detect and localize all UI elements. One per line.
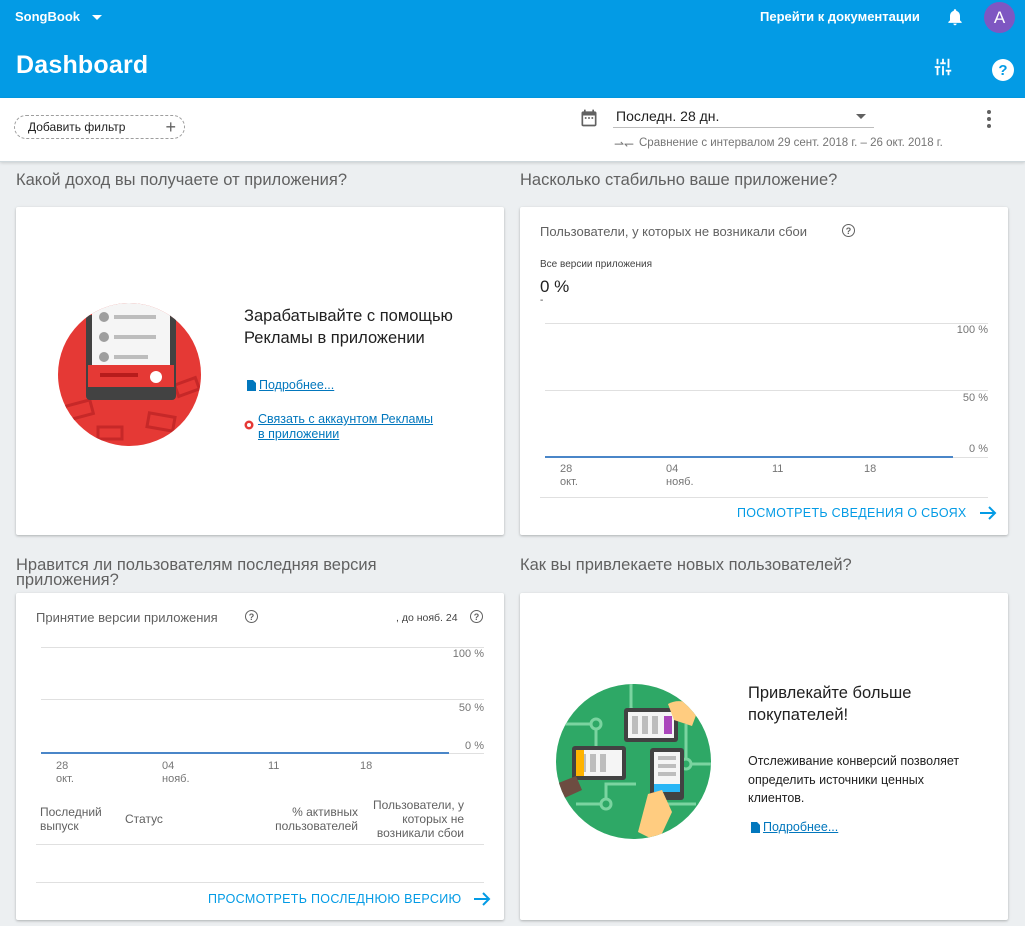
x-tick-label: 18 bbox=[360, 760, 373, 772]
date-note: , до нояб. 24 bbox=[396, 612, 458, 624]
series-line bbox=[545, 456, 953, 458]
arrow-right-icon bbox=[979, 506, 996, 520]
ads-illustration bbox=[58, 303, 201, 446]
series-line bbox=[41, 752, 449, 754]
y-tick-label: 100 % bbox=[956, 324, 988, 336]
document-icon bbox=[247, 380, 256, 391]
gridline bbox=[545, 323, 988, 324]
gridline bbox=[41, 647, 484, 648]
x-tick-label: 04 нояб. bbox=[666, 463, 694, 488]
learn-more-link[interactable]: Подробнее... bbox=[763, 820, 838, 835]
y-tick-label: 0 % bbox=[465, 740, 484, 752]
x-tick-label: 28 окт. bbox=[56, 760, 74, 785]
y-tick-label: 50 % bbox=[962, 392, 988, 404]
help-icon[interactable]: ? bbox=[992, 59, 1014, 81]
gridline bbox=[41, 699, 484, 700]
section-heading-revenue: Какой доход вы получаете от приложения? bbox=[16, 171, 347, 189]
acquisition-body: Отслеживание конверсий позволяет определ… bbox=[748, 754, 960, 805]
column-header-crash-free: Пользователи, у которых не возникали сбои bbox=[373, 798, 464, 840]
crash-free-users-title: Пользователи, у которых не возникали сбо… bbox=[540, 224, 808, 239]
revenue-heading-line1: Зарабатывайте с помощью bbox=[244, 307, 453, 325]
project-name: SongBook bbox=[15, 9, 80, 24]
acquisition-heading-line1: Привлекайте больше bbox=[748, 684, 912, 702]
comparison-text: Сравнение с интервалом 29 сент. 2018 г. … bbox=[639, 137, 943, 149]
help-icon[interactable]: ? bbox=[842, 224, 855, 237]
gridline bbox=[545, 390, 988, 391]
x-tick-label: 18 bbox=[864, 463, 877, 475]
x-tick-label: 11 bbox=[772, 463, 784, 475]
view-crash-details-label: ПОСМОТРЕТЬ СВЕДЕНИЯ О СБОЯХ bbox=[737, 506, 967, 520]
compare-arrows-icon: ⇀↽ bbox=[614, 137, 635, 151]
revenue-card: Зарабатывайте с помощью Рекламы в прилож… bbox=[16, 207, 504, 535]
admob-icon bbox=[244, 420, 254, 430]
chevron-down-icon bbox=[92, 14, 102, 20]
x-tick-label: 11 bbox=[268, 760, 280, 772]
arrow-right-icon bbox=[474, 892, 491, 906]
section-heading-acquisition: Как вы привлекаете новых пользователей? bbox=[520, 556, 852, 574]
plus-icon: + bbox=[165, 117, 176, 137]
section-heading-stability: Насколько стабильно ваше приложение? bbox=[520, 171, 838, 189]
add-filter-button[interactable]: Добавить фильтр + bbox=[14, 115, 185, 139]
y-tick-label: 100 % bbox=[452, 648, 484, 660]
help-icon[interactable]: ? bbox=[470, 610, 483, 623]
acquisition-heading-line2: покупателей! bbox=[748, 706, 849, 724]
link-ads-account-line2[interactable]: в приложении bbox=[258, 427, 339, 442]
version-adoption-title: Принятие версии приложения bbox=[36, 610, 218, 625]
tune-icon[interactable] bbox=[932, 56, 954, 78]
date-range-value: Последн. 28 дн. bbox=[616, 108, 720, 124]
view-crash-details-button[interactable]: ПОСМОТРЕТЬ СВЕДЕНИЯ О СБОЯХ bbox=[737, 506, 997, 520]
column-header-active-users: % активных пользователей bbox=[275, 805, 358, 833]
help-icon[interactable]: ? bbox=[245, 610, 258, 623]
stability-card: Пользователи, у которых не возникали сбо… bbox=[520, 207, 1008, 535]
more-options-icon[interactable] bbox=[984, 109, 994, 129]
avatar[interactable]: A bbox=[984, 2, 1015, 33]
date-range-select[interactable]: Последн. 28 дн. bbox=[613, 106, 874, 128]
x-tick-label: 04 нояб. bbox=[162, 760, 190, 785]
add-filter-label: Добавить фильтр bbox=[28, 120, 126, 134]
value-delta: - bbox=[540, 295, 544, 306]
section-heading-latest-release: Нравится ли пользователям последняя верс… bbox=[16, 556, 377, 589]
view-latest-release-label: ПРОСМОТРЕТЬ ПОСЛЕДНЮЮ ВЕРСИЮ bbox=[208, 892, 462, 906]
docs-link[interactable]: Перейти к документации bbox=[760, 9, 920, 24]
release-card: Принятие версии приложения ? , до нояб. … bbox=[16, 593, 504, 920]
bell-icon[interactable] bbox=[945, 7, 965, 27]
x-tick-label: 28 окт. bbox=[560, 463, 578, 488]
column-header-last-release: Последний выпуск bbox=[40, 805, 102, 833]
learn-more-link[interactable]: Подробнее... bbox=[259, 378, 334, 393]
link-ads-account-line1[interactable]: Связать с аккаунтом Рекламы bbox=[258, 412, 433, 427]
dropdown-arrow-icon bbox=[856, 114, 866, 119]
top-app-bar: SongBook Перейти к документации A Dashbo… bbox=[0, 0, 1025, 98]
view-latest-release-button[interactable]: ПРОСМОТРЕТЬ ПОСЛЕДНЮЮ ВЕРСИЮ bbox=[208, 892, 491, 906]
y-tick-label: 0 % bbox=[969, 443, 988, 455]
conversion-illustration bbox=[556, 684, 711, 839]
divider bbox=[540, 497, 988, 498]
divider bbox=[36, 882, 484, 883]
calendar-icon[interactable] bbox=[579, 108, 599, 128]
project-selector[interactable]: SongBook bbox=[15, 9, 102, 24]
version-label: Все версии приложения bbox=[540, 259, 653, 270]
y-tick-label: 50 % bbox=[458, 702, 484, 714]
divider bbox=[36, 844, 484, 845]
document-icon bbox=[751, 822, 760, 833]
acquisition-card: Привлекайте больше покупателей! Отслежив… bbox=[520, 593, 1008, 920]
column-header-status: Статус bbox=[125, 812, 163, 826]
crash-free-value: 0 % bbox=[540, 277, 570, 296]
page-title: Dashboard bbox=[16, 51, 149, 79]
revenue-heading-line2: Рекламы в приложении bbox=[244, 329, 425, 347]
